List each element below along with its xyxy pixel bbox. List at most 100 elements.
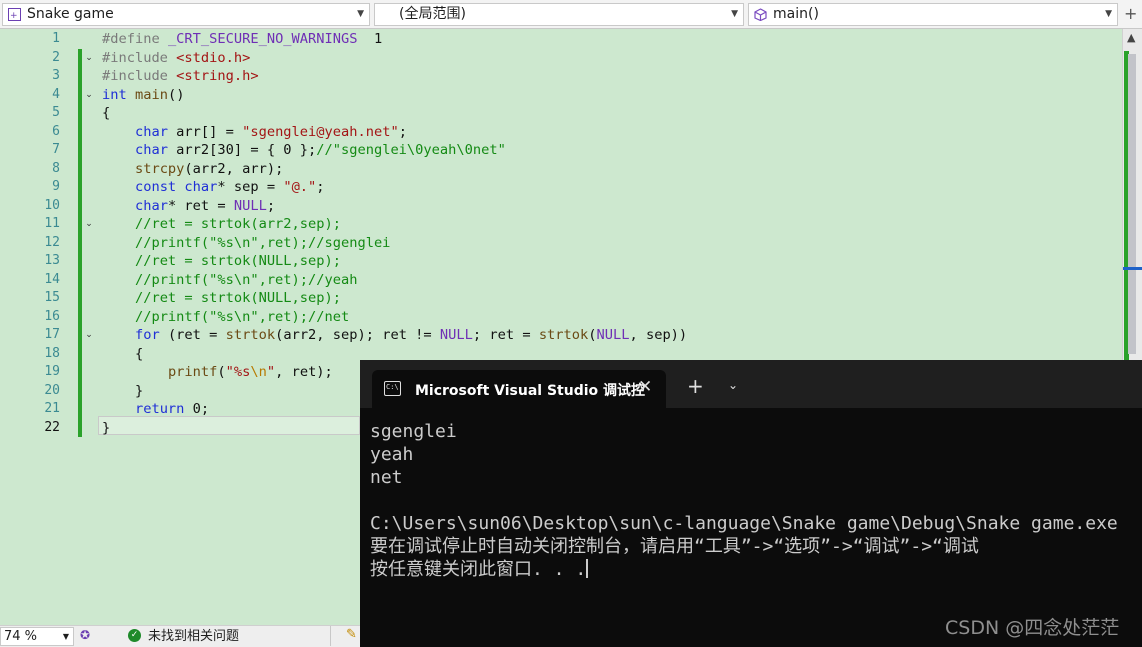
change-marker bbox=[78, 326, 82, 345]
line-number: 6 bbox=[52, 123, 60, 139]
line-number: 16 bbox=[44, 308, 60, 324]
code-text: const char* sep = "@."; bbox=[134, 179, 325, 195]
change-marker bbox=[78, 344, 82, 363]
line-number: 20 bbox=[44, 382, 60, 398]
line-number: 4 bbox=[52, 86, 60, 102]
code-text: char* ret = NULL; bbox=[134, 197, 276, 214]
new-tab-icon[interactable]: + bbox=[687, 376, 704, 396]
code-text: for (ret = strtok(arr2, sep); ret != NUL… bbox=[134, 327, 688, 343]
code-line[interactable]: 1 #define _CRT_SECURE_NO_WARNINGS 1 bbox=[0, 30, 1122, 49]
code-text: //printf("%s\n",ret);//net bbox=[134, 308, 350, 325]
code-text: int main() bbox=[102, 86, 185, 103]
code-line[interactable]: 2 ⌄ #include <stdio.h> bbox=[0, 48, 1122, 67]
zoom-level: 74 % bbox=[4, 629, 38, 644]
code-text: #include <stdio.h> bbox=[102, 49, 251, 66]
code-line[interactable]: 17 ⌄ for (ret = strtok(arr2, sep); ret !=… bbox=[0, 326, 1122, 345]
change-marker bbox=[78, 48, 82, 67]
code-line[interactable]: 9 const char* sep = "@."; bbox=[0, 178, 1122, 197]
console-window[interactable]: Microsoft Visual Studio 调试控 ✕ + ⌄ sgengl… bbox=[360, 360, 1142, 647]
code-line[interactable]: 15 //ret = strtok(NULL,sep); bbox=[0, 289, 1122, 308]
terminal-tab-bar: Microsoft Visual Studio 调试控 ✕ + ⌄ bbox=[360, 360, 1142, 408]
code-text: { bbox=[102, 105, 111, 121]
change-marker bbox=[78, 215, 82, 234]
line-number: 10 bbox=[44, 197, 60, 213]
line-number: 1 bbox=[52, 31, 60, 46]
fold-toggle-icon[interactable]: ⌄ bbox=[84, 53, 94, 63]
chevron-down-icon: ▼ bbox=[357, 9, 364, 19]
change-marker bbox=[78, 307, 82, 326]
line-number: 22 bbox=[44, 419, 60, 435]
console-line: C:\Users\sun06\Desktop\sun\c-language\Sn… bbox=[370, 513, 1118, 534]
close-icon[interactable]: ✕ bbox=[638, 377, 652, 397]
brush-icon[interactable]: ✎ bbox=[346, 627, 357, 642]
issues-status[interactable]: 未找到相关问题 bbox=[148, 628, 239, 645]
code-line[interactable]: 11 ⌄ //ret = strtok(arr2,sep); bbox=[0, 215, 1122, 234]
change-marker bbox=[78, 289, 82, 308]
line-number: 14 bbox=[44, 271, 60, 287]
line-number: 9 bbox=[52, 179, 60, 194]
intellicode-icon[interactable]: ✪ bbox=[80, 628, 90, 642]
chevron-up-icon[interactable]: ▲ bbox=[1127, 31, 1135, 44]
scrollbar-thumb[interactable] bbox=[1128, 54, 1136, 354]
zoom-dropdown[interactable]: 74 % ▼ bbox=[0, 627, 74, 646]
line-number: 8 bbox=[52, 160, 60, 176]
change-marker bbox=[78, 178, 82, 197]
terminal-tab[interactable]: Microsoft Visual Studio 调试控 ✕ bbox=[372, 370, 666, 408]
code-text: //printf("%s\n",ret);//sgenglei bbox=[134, 234, 391, 251]
method-cube-icon bbox=[754, 8, 767, 21]
line-number: 12 bbox=[44, 234, 60, 250]
code-line[interactable]: 16 //printf("%s\n",ret);//net bbox=[0, 307, 1122, 326]
code-line[interactable]: 3 #include <string.h> bbox=[0, 67, 1122, 86]
code-line[interactable]: 14 //printf("%s\n",ret);//yeah bbox=[0, 270, 1122, 289]
line-number: 7 bbox=[52, 142, 60, 157]
chevron-down-icon[interactable]: ⌄ bbox=[728, 378, 738, 392]
code-line[interactable]: 4 ⌄ int main() bbox=[0, 85, 1122, 104]
scope-dropdown[interactable]: (全局范围) ▼ bbox=[374, 3, 744, 26]
code-text: return 0; bbox=[134, 401, 210, 417]
text-cursor bbox=[586, 559, 589, 578]
code-text: char arr2[30] = { 0 };//"sgenglei\0yeah\… bbox=[134, 142, 506, 158]
fold-toggle-icon[interactable]: ⌄ bbox=[84, 219, 94, 229]
line-number: 17 bbox=[44, 327, 60, 342]
code-line[interactable]: 10 char* ret = NULL; bbox=[0, 196, 1122, 215]
change-marker bbox=[78, 418, 82, 437]
terminal-icon bbox=[384, 381, 401, 396]
code-line[interactable]: 8 strcpy(arr2, arr); bbox=[0, 159, 1122, 178]
fold-toggle-icon[interactable]: ⌄ bbox=[84, 90, 94, 100]
change-marker bbox=[78, 252, 82, 271]
change-marker bbox=[78, 270, 82, 289]
member-dropdown[interactable]: main() ▼ bbox=[748, 3, 1118, 26]
change-marker bbox=[78, 196, 82, 215]
chevron-down-icon: ▼ bbox=[62, 632, 69, 641]
svg-text:+: + bbox=[10, 11, 18, 21]
tab-title: Microsoft Visual Studio 调试控 bbox=[415, 383, 646, 399]
console-line: 要在调试停止时自动关闭控制台，请启用“工具”->“选项”->“调试”->“调试 bbox=[370, 536, 979, 557]
change-marker bbox=[78, 67, 82, 86]
console-line: yeah bbox=[370, 444, 414, 465]
code-text: char arr[] = "sgenglei@yeah.net"; bbox=[134, 123, 407, 140]
line-number: 13 bbox=[44, 253, 60, 268]
check-circle-icon: ✓ bbox=[128, 629, 141, 642]
change-marker bbox=[78, 381, 82, 400]
code-line[interactable]: 12 //printf("%s\n",ret);//sgenglei bbox=[0, 233, 1122, 252]
project-dropdown[interactable]: + Snake game ▼ bbox=[2, 3, 370, 26]
code-line[interactable]: 5{ bbox=[0, 104, 1122, 123]
code-line[interactable]: 6 char arr[] = "sgenglei@yeah.net"; bbox=[0, 122, 1122, 141]
scope-name: (全局范围) bbox=[399, 6, 466, 22]
console-line: 按任意键关闭此窗口. . . bbox=[370, 559, 589, 580]
line-number: 21 bbox=[44, 401, 60, 416]
watermark: CSDN @四念处茫茫 bbox=[945, 617, 1120, 639]
change-marker bbox=[78, 363, 82, 382]
split-view-icon[interactable]: + bbox=[1124, 4, 1137, 23]
code-text: } bbox=[102, 382, 144, 399]
console-output: sgenglei yeah net C:\Users\sun06\Desktop\s… bbox=[370, 420, 1118, 581]
code-line[interactable]: 7 char arr2[30] = { 0 };//"sgenglei\0yea… bbox=[0, 141, 1122, 160]
change-marker bbox=[78, 85, 82, 104]
fold-toggle-icon[interactable]: ⌄ bbox=[84, 330, 94, 340]
console-line: sgenglei bbox=[370, 421, 457, 442]
code-text: } bbox=[102, 419, 111, 436]
code-line[interactable]: 13 //ret = strtok(NULL,sep); bbox=[0, 252, 1122, 271]
caret-position-marker bbox=[1123, 267, 1142, 270]
member-name: main() bbox=[773, 6, 819, 22]
code-text: #define _CRT_SECURE_NO_WARNINGS 1 bbox=[102, 31, 383, 47]
